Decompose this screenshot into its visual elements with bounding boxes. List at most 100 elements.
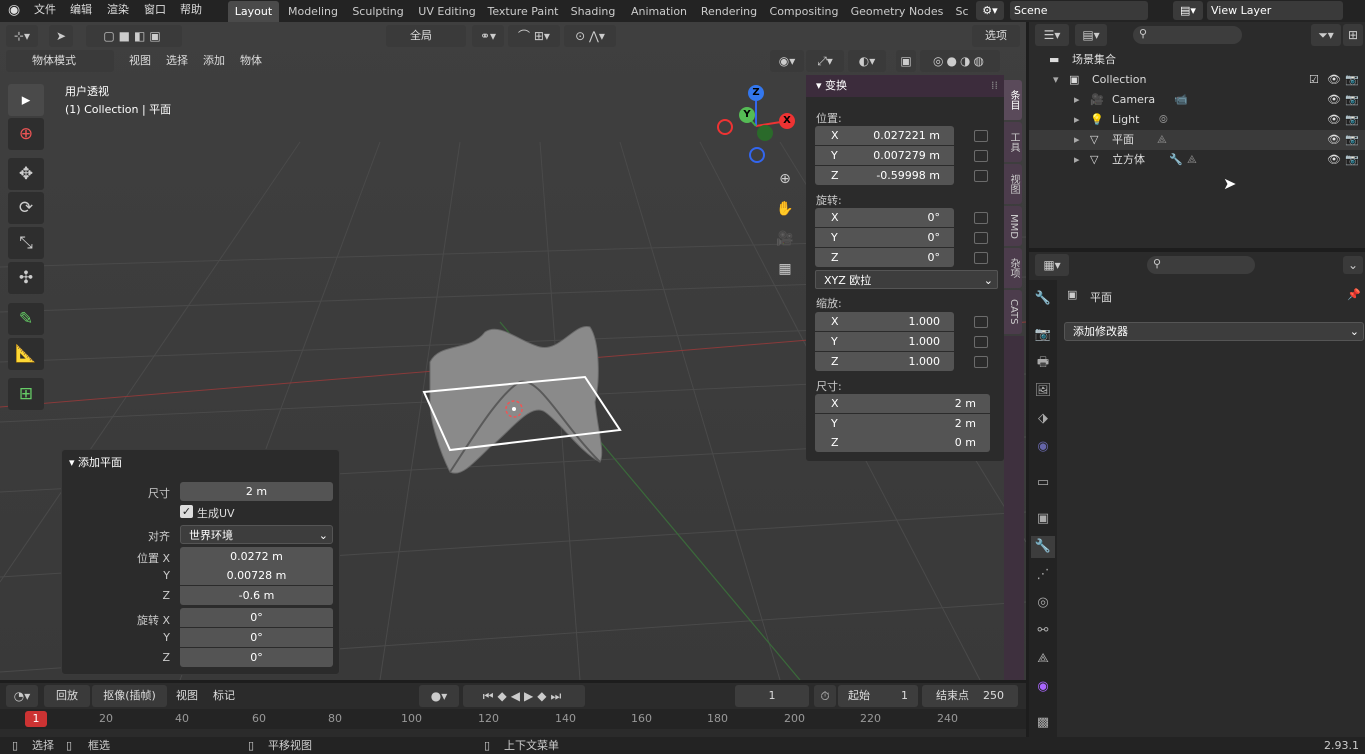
chevron-right-icon[interactable]: ▸ bbox=[1074, 150, 1080, 170]
eye-icon[interactable]: 👁 bbox=[1327, 130, 1341, 150]
options-dropdown[interactable]: 选项 bbox=[972, 25, 1020, 47]
tab-modeling[interactable]: Modeling bbox=[283, 1, 343, 22]
pivot-icon[interactable]: ⚭▾ bbox=[472, 25, 504, 47]
tab-compositing[interactable]: Compositing bbox=[767, 1, 841, 22]
location-z-field[interactable]: Z -0.59998 m bbox=[815, 166, 954, 185]
scale-z-field[interactable]: Z 1.000 bbox=[815, 352, 954, 371]
camera-render-icon[interactable]: 📷 bbox=[1345, 150, 1359, 170]
menu-add[interactable]: 添加 bbox=[196, 50, 232, 72]
chevron-down-icon[interactable]: ▾ bbox=[1053, 70, 1059, 90]
outliner-item-collection[interactable]: ▾ ▣ Collection ☑ 👁 📷 bbox=[1029, 70, 1365, 90]
tool-settings-icon[interactable]: 🔧 bbox=[1031, 288, 1055, 310]
menu-object[interactable]: 物体 bbox=[233, 50, 269, 72]
transform-panel-header[interactable]: ▾ 变换 ⁞⁞ bbox=[806, 75, 1004, 97]
cursor-tool-icon[interactable]: ⊕ bbox=[8, 118, 44, 150]
tab-scripting[interactable]: Sc bbox=[953, 1, 971, 22]
lock-icon[interactable] bbox=[974, 336, 988, 348]
camera-render-icon[interactable]: 📷 bbox=[1345, 90, 1359, 110]
rotation-x-field[interactable]: X 0° bbox=[815, 208, 954, 227]
location-z-field[interactable]: -0.6 m bbox=[180, 586, 333, 605]
current-frame-field[interactable]: 1 bbox=[735, 685, 809, 707]
rotation-y-field[interactable]: 0° bbox=[180, 628, 333, 647]
dimensions-y-field[interactable]: Y 2 m bbox=[815, 414, 990, 433]
tab-layout[interactable]: Layout bbox=[228, 1, 279, 22]
tab-view[interactable]: 视图 bbox=[1004, 164, 1022, 204]
menu-render[interactable]: 渲染 bbox=[107, 0, 129, 22]
timeline-menu-marker[interactable]: 标记 bbox=[206, 685, 242, 707]
object-props-icon[interactable]: ▣ bbox=[1031, 508, 1055, 530]
gizmo-neg-z[interactable] bbox=[749, 147, 765, 163]
material-icon[interactable]: ◉ bbox=[1031, 676, 1055, 698]
add-cube-tool-icon[interactable]: ⊞ bbox=[8, 378, 44, 410]
select-cursor-icon[interactable]: ➤ bbox=[49, 25, 73, 47]
xray-icon[interactable]: ▣ bbox=[896, 50, 916, 72]
end-frame-field[interactable]: 结束点 250 bbox=[922, 685, 1018, 707]
properties-editor-type-icon[interactable]: ▦▾ bbox=[1035, 254, 1069, 276]
chevron-right-icon[interactable]: ▸ bbox=[1074, 130, 1080, 150]
eye-icon[interactable]: 👁 bbox=[1327, 70, 1341, 90]
visibility-icon[interactable]: ◉▾ bbox=[770, 50, 804, 72]
stopwatch-icon[interactable]: ⏱ bbox=[814, 685, 836, 707]
eye-icon[interactable]: 👁 bbox=[1327, 90, 1341, 110]
editor-type-icon[interactable]: ⊹▾ bbox=[6, 25, 38, 47]
scale-y-field[interactable]: Y 1.000 bbox=[815, 332, 954, 351]
outliner-item-camera[interactable]: ▸ 🎥 Camera 📹 👁 📷 bbox=[1029, 90, 1365, 110]
outliner-search-input[interactable]: ⚲ bbox=[1133, 26, 1242, 44]
timeline-menu-view[interactable]: 视图 bbox=[170, 685, 204, 707]
menu-view[interactable]: 视图 bbox=[122, 50, 158, 72]
generate-uv-checkbox[interactable]: ✓ bbox=[180, 505, 193, 518]
dimensions-x-field[interactable]: X 2 m bbox=[815, 394, 990, 413]
view-layer-props-icon[interactable]: 🖼 bbox=[1031, 380, 1055, 402]
tab-geometry-nodes[interactable]: Geometry Nodes bbox=[848, 1, 946, 22]
gizmo-x-axis[interactable]: X bbox=[779, 113, 795, 129]
outliner-item-cube[interactable]: ▸ ▽ 立方体 🔧 ⟁ 👁 📷 bbox=[1029, 150, 1365, 170]
scene-name-field[interactable]: Scene bbox=[1010, 1, 1148, 20]
rotation-y-field[interactable]: Y 0° bbox=[815, 228, 954, 247]
menu-select[interactable]: 选择 bbox=[159, 50, 195, 72]
mesh-data-icon[interactable]: ⟁ bbox=[1157, 130, 1167, 150]
tab-texture-paint[interactable]: Texture Paint bbox=[487, 1, 559, 22]
output-icon[interactable]: 🖶 bbox=[1031, 352, 1055, 374]
render-icon[interactable]: 📷 bbox=[1031, 324, 1055, 346]
outliner-scene-collection[interactable]: ▬ 场景集合 bbox=[1029, 50, 1365, 70]
physics-icon[interactable]: ◎ bbox=[1031, 592, 1055, 614]
rotation-z-field[interactable]: 0° bbox=[180, 648, 333, 667]
snap-icon[interactable]: ⌒ ⊞▾ bbox=[508, 25, 560, 47]
texture-icon[interactable]: ▩ bbox=[1031, 712, 1055, 734]
proportional-edit-icon[interactable]: ⊙ ⋀▾ bbox=[564, 25, 616, 47]
new-collection-icon[interactable]: ⊞ bbox=[1343, 24, 1363, 46]
constraints-icon[interactable]: ⚯ bbox=[1031, 620, 1055, 642]
pan-hand-icon[interactable]: ✋ bbox=[774, 198, 796, 220]
eye-icon[interactable]: 👁 bbox=[1327, 150, 1341, 170]
size-field[interactable]: 2 m bbox=[180, 482, 333, 501]
record-icon[interactable]: ●▾ bbox=[419, 685, 459, 707]
lock-icon[interactable] bbox=[974, 170, 988, 182]
tab-sculpting[interactable]: Sculpting bbox=[348, 1, 408, 22]
camera-data-icon[interactable]: 📹 bbox=[1174, 90, 1188, 110]
playback-controls-icons[interactable]: ⏮◆◀▶◆⏭ bbox=[463, 685, 585, 707]
mode-dropdown[interactable]: 物体模式 bbox=[6, 50, 114, 72]
playback-dropdown[interactable]: 回放 bbox=[44, 685, 90, 707]
properties-search-input[interactable]: ⚲ bbox=[1147, 256, 1255, 274]
rotation-mode-dropdown[interactable]: XYZ 欧拉 ⌄ bbox=[815, 270, 998, 289]
scale-x-field[interactable]: X 1.000 bbox=[815, 312, 954, 331]
light-data-icon[interactable]: ⦾ bbox=[1159, 110, 1168, 130]
modifier-props-icon[interactable]: 🔧 bbox=[1031, 536, 1055, 558]
drag-handle-icon[interactable]: ⁞⁞ bbox=[991, 75, 998, 97]
annotate-tool-icon[interactable]: ✎ bbox=[8, 303, 44, 335]
lock-icon[interactable] bbox=[974, 130, 988, 142]
tab-rendering[interactable]: Rendering bbox=[698, 1, 760, 22]
camera-render-icon[interactable]: 📷 bbox=[1345, 70, 1359, 90]
location-y-field[interactable]: 0.00728 m bbox=[180, 566, 333, 585]
location-y-field[interactable]: Y 0.007279 m bbox=[815, 146, 954, 165]
scene-props-icon[interactable]: ⬗ bbox=[1031, 408, 1055, 430]
lock-icon[interactable] bbox=[974, 356, 988, 368]
overlay-toggle-icon[interactable]: ◐▾ bbox=[848, 50, 886, 72]
particles-icon[interactable]: ⋰ bbox=[1031, 564, 1055, 586]
dimensions-z-field[interactable]: Z 0 m bbox=[815, 433, 990, 452]
outliner-editor-type-icon[interactable]: ☰▾ bbox=[1035, 24, 1069, 46]
lock-icon[interactable] bbox=[974, 316, 988, 328]
mesh-data-icon[interactable]: ⟁ bbox=[1187, 150, 1197, 170]
align-dropdown[interactable]: 世界环境 ⌄ bbox=[180, 525, 333, 544]
keying-dropdown[interactable]: 抠像(插帧) bbox=[92, 685, 167, 707]
